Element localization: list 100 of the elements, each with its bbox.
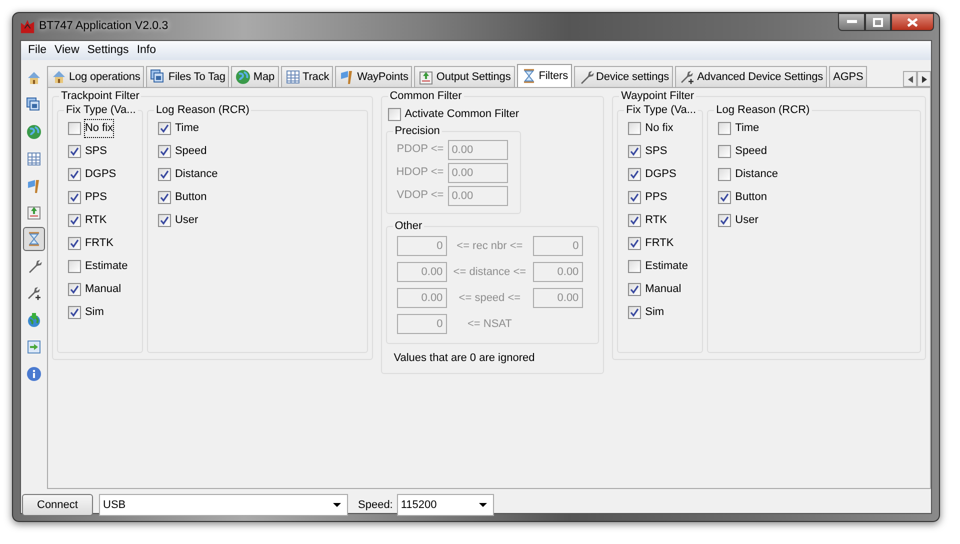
field-label: <= NSAT	[466, 316, 513, 332]
checkbox[interactable]	[68, 168, 81, 181]
checkbox-label: Manual	[645, 282, 682, 298]
checkbox[interactable]	[158, 145, 171, 158]
checkbox[interactable]	[718, 214, 732, 227]
checkbox[interactable]	[628, 283, 642, 296]
tab[interactable]: Log operations	[46, 66, 144, 87]
info-icon	[26, 366, 42, 382]
checkbox[interactable]	[68, 145, 81, 158]
checkbox[interactable]	[718, 145, 732, 158]
checkbox[interactable]	[158, 214, 171, 227]
checkbox-label: SPS	[84, 144, 107, 160]
dropdown[interactable]: USB	[99, 494, 348, 516]
checkbox[interactable]	[158, 122, 171, 135]
wrench-plus-icon	[679, 69, 696, 85]
checkbox-label: Estimate	[645, 259, 688, 274]
checkbox[interactable]	[68, 237, 81, 250]
group-title: Precision	[394, 124, 441, 138]
checkbox[interactable]	[718, 122, 732, 135]
checkbox[interactable]	[68, 306, 81, 319]
caret-icon	[333, 503, 341, 507]
field-label: <= rec nbr <=	[456, 238, 524, 254]
menu-item[interactable]: Info	[132, 41, 160, 60]
checkbox[interactable]	[158, 168, 171, 181]
connect-button[interactable]: Connect	[22, 494, 93, 516]
checkbox-label: SPS	[645, 144, 668, 160]
close-button[interactable]	[891, 13, 934, 31]
field-label: HDOP <=	[396, 165, 444, 180]
table-icon	[284, 69, 301, 85]
close-icon	[907, 18, 918, 26]
checkbox-label: No fix	[84, 120, 114, 137]
checkbox-label: PPS	[645, 190, 668, 206]
tab[interactable]: Filters	[516, 64, 572, 87]
checkbox[interactable]	[68, 191, 81, 204]
menu-item[interactable]: View	[50, 41, 84, 60]
globe-icon	[26, 124, 42, 140]
checkbox-label: Sim	[84, 305, 104, 320]
checkbox-label: RTK	[645, 213, 667, 228]
checkbox[interactable]	[158, 191, 171, 204]
checkbox-label: Sim	[645, 305, 664, 320]
checkbox-label: Button	[735, 190, 767, 206]
tab[interactable]: Map	[231, 66, 279, 87]
group-title: Log Reason (RCR)	[715, 103, 811, 117]
upload-icon	[26, 204, 42, 220]
globe-icon	[235, 69, 252, 85]
checkbox[interactable]	[628, 237, 642, 250]
note-text: Values that are 0 are ignored	[392, 351, 536, 366]
tab[interactable]: Files To Tag	[146, 66, 230, 87]
right-arrow-icon	[922, 76, 926, 82]
checkbox-label: User	[174, 213, 198, 228]
checkbox[interactable]	[628, 145, 642, 158]
checkbox[interactable]	[718, 191, 732, 204]
dropdown[interactable]: 115200	[396, 494, 494, 516]
menu-item[interactable]: Settings	[83, 41, 133, 60]
field-label: Speed:	[358, 498, 393, 513]
checkbox-label: Estimate	[84, 259, 128, 274]
checkbox[interactable]	[628, 260, 642, 273]
checkbox[interactable]	[628, 214, 642, 227]
scroll-left-button[interactable]	[903, 71, 917, 87]
tab[interactable]: Output Settings	[414, 66, 515, 87]
maximize-icon	[873, 18, 883, 26]
checkbox[interactable]	[718, 168, 732, 181]
menu-item[interactable]: File	[24, 41, 51, 60]
caret-icon	[478, 503, 487, 507]
checkbox-label: No fix	[645, 121, 674, 136]
group-title: Fix Type (Va...	[64, 103, 137, 117]
table-icon	[26, 150, 42, 167]
tab[interactable]: AGPS	[829, 66, 868, 87]
left-arrow-icon	[908, 76, 912, 82]
app-logo-icon	[20, 19, 35, 34]
upload-icon	[418, 69, 434, 85]
flag-icon	[26, 178, 42, 194]
checkbox[interactable]	[628, 168, 642, 181]
checkbox[interactable]	[68, 122, 81, 135]
tab[interactable]: Device settings	[574, 66, 674, 87]
checkbox-label: Manual	[84, 282, 122, 298]
checkbox[interactable]	[628, 122, 642, 135]
scroll-right-button[interactable]	[917, 71, 931, 87]
checkbox-label: User	[735, 213, 758, 228]
checkbox[interactable]	[68, 260, 81, 273]
group-title: Common Filter	[388, 89, 463, 103]
tab[interactable]: Track	[280, 66, 334, 87]
checkbox[interactable]	[628, 191, 642, 204]
checkbox-label: Distance	[735, 167, 778, 182]
checkbox[interactable]	[628, 306, 642, 319]
checkbox-label: DGPS	[645, 167, 676, 182]
checkbox-label: PPS	[84, 190, 107, 206]
field-label: PDOP <=	[396, 142, 444, 158]
checkbox-label: DGPS	[84, 167, 116, 182]
checkbox[interactable]	[68, 214, 81, 227]
group-title: Fix Type (Va...	[625, 103, 698, 117]
tab[interactable]: WayPoints	[335, 66, 412, 87]
tab[interactable]: Advanced Device Settings	[675, 66, 828, 87]
group-title: Trackpoint Filter	[60, 89, 140, 103]
toolbar-button[interactable]	[22, 227, 45, 252]
field-label: VDOP <=	[396, 188, 444, 204]
maximize-button[interactable]	[865, 13, 891, 31]
minimize-button[interactable]	[838, 13, 865, 31]
checkbox[interactable]	[68, 283, 81, 296]
field-label: <= distance <=	[452, 264, 528, 280]
